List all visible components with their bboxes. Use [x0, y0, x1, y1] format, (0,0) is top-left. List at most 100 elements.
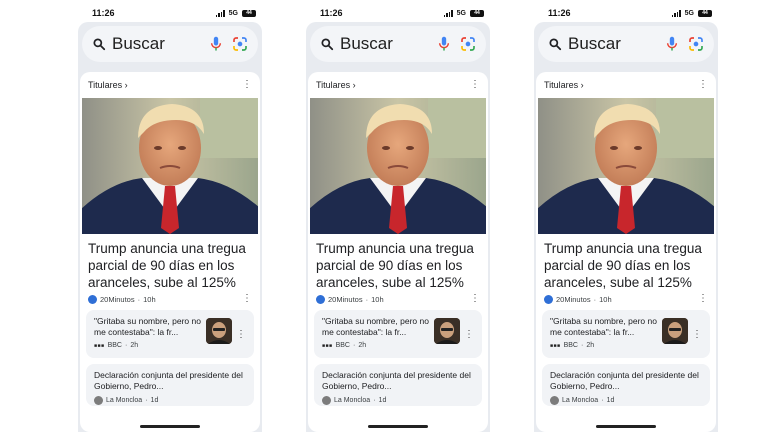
- related-source: La Moncloa: [334, 397, 371, 404]
- more-vertical-icon[interactable]: ⋮: [692, 330, 702, 340]
- more-vertical-icon[interactable]: ⋮: [698, 80, 708, 90]
- article-headline[interactable]: Trump anuncia una tregua parcial de 90 d…: [308, 234, 488, 290]
- related-source: BBC: [107, 342, 122, 349]
- battery-icon: 44: [242, 9, 256, 17]
- bbc-logo-icon: ■■■: [94, 342, 105, 349]
- card-header[interactable]: Titulares › ⋮: [80, 72, 260, 98]
- more-vertical-icon[interactable]: ⋮: [464, 330, 474, 340]
- related-source: BBC: [335, 342, 350, 349]
- article-image[interactable]: [82, 98, 258, 234]
- article-source-row: 20Minutos · 10h ⋮: [308, 290, 488, 304]
- more-vertical-icon[interactable]: ⋮: [698, 294, 708, 304]
- related-age: 1d: [150, 397, 159, 404]
- related-age: 1d: [606, 397, 615, 404]
- related-title[interactable]: "Gritaba su nombre, pero no me contestab…: [550, 316, 662, 338]
- card-header[interactable]: Titulares › ⋮: [536, 72, 716, 98]
- related-age: 1d: [378, 397, 387, 404]
- more-vertical-icon[interactable]: ⋮: [470, 294, 480, 304]
- article-age: 10h: [143, 294, 156, 304]
- search-label: Buscar: [340, 34, 393, 53]
- home-indicator[interactable]: [140, 425, 200, 428]
- source-logo-icon: [322, 396, 331, 405]
- discover-feed: Buscar Titulares › ⋮ Trump anuncia una t…: [78, 22, 262, 432]
- article-age: 10h: [371, 294, 384, 304]
- related-article[interactable]: Declaración conjunta del presidente del …: [542, 364, 710, 406]
- related-age: 2h: [130, 342, 139, 349]
- more-vertical-icon[interactable]: ⋮: [470, 80, 480, 90]
- section-title[interactable]: Titulares ›: [544, 80, 584, 90]
- source-name: 20Minutos: [556, 294, 591, 304]
- lens-icon[interactable]: [460, 36, 476, 52]
- source-name: 20Minutos: [100, 294, 135, 304]
- discover-feed: Buscar Titulares › ⋮ Trump anuncia una t…: [534, 22, 718, 432]
- source-name: 20Minutos: [328, 294, 363, 304]
- related-thumbnail[interactable]: [662, 318, 688, 344]
- article-source-row: 20Minutos · 10h ⋮: [80, 290, 260, 304]
- related-article[interactable]: Declaración conjunta del presidente del …: [86, 364, 254, 406]
- signal-icon: [215, 9, 225, 17]
- battery-icon: 44: [698, 9, 712, 17]
- related-source: BBC: [563, 342, 578, 349]
- signal-icon: [443, 9, 453, 17]
- related-title[interactable]: "Gritaba su nombre, pero no me contestab…: [94, 316, 206, 338]
- bbc-logo-icon: ■■■: [322, 342, 333, 349]
- signal-icon: [671, 9, 681, 17]
- search-bar[interactable]: Buscar: [310, 26, 486, 62]
- network-label: 5G: [228, 9, 238, 17]
- news-card[interactable]: Titulares › ⋮ Trump anuncia una tregua p…: [536, 72, 716, 432]
- related-title[interactable]: Declaración conjunta del presidente del …: [322, 370, 472, 392]
- home-indicator[interactable]: [596, 425, 656, 428]
- portrait-image: [310, 98, 486, 234]
- related-age: 2h: [358, 342, 367, 349]
- related-title[interactable]: "Gritaba su nombre, pero no me contestab…: [322, 316, 434, 338]
- article-source-row: 20Minutos · 10h ⋮: [536, 290, 716, 304]
- source-logo-icon: [544, 294, 553, 304]
- source-logo-icon: [316, 294, 325, 304]
- related-thumbnail[interactable]: [206, 318, 232, 344]
- phone-screen: 11:26 5G 44 Buscar Titulares › ⋮ Trump a…: [298, 0, 498, 432]
- more-vertical-icon[interactable]: ⋮: [236, 330, 246, 340]
- status-time: 11:26: [548, 8, 571, 18]
- related-title[interactable]: Declaración conjunta del presidente del …: [550, 370, 700, 392]
- section-title[interactable]: Titulares ›: [316, 80, 356, 90]
- related-title[interactable]: Declaración conjunta del presidente del …: [94, 370, 244, 392]
- lens-icon[interactable]: [688, 36, 704, 52]
- related-article[interactable]: "Gritaba su nombre, pero no me contestab…: [314, 310, 482, 358]
- article-headline[interactable]: Trump anuncia una tregua parcial de 90 d…: [80, 234, 260, 290]
- lens-icon[interactable]: [232, 36, 248, 52]
- related-article[interactable]: "Gritaba su nombre, pero no me contestab…: [542, 310, 710, 358]
- network-label: 5G: [456, 9, 466, 17]
- more-vertical-icon[interactable]: ⋮: [242, 80, 252, 90]
- related-age: 2h: [586, 342, 595, 349]
- search-label: Buscar: [568, 34, 621, 53]
- source-logo-icon: [550, 396, 559, 405]
- search-bar[interactable]: Buscar: [82, 26, 258, 62]
- mic-icon[interactable]: [210, 36, 222, 52]
- source-logo-icon: [88, 294, 97, 304]
- section-title[interactable]: Titulares ›: [88, 80, 128, 90]
- network-label: 5G: [684, 9, 694, 17]
- phone-screen: 11:26 5G 44 Buscar Titulares › ⋮ Trump a…: [526, 0, 726, 432]
- mic-icon[interactable]: [438, 36, 450, 52]
- related-source: La Moncloa: [106, 397, 143, 404]
- article-image[interactable]: [310, 98, 486, 234]
- more-vertical-icon[interactable]: ⋮: [242, 294, 252, 304]
- home-indicator[interactable]: [368, 425, 428, 428]
- card-header[interactable]: Titulares › ⋮: [308, 72, 488, 98]
- related-article[interactable]: "Gritaba su nombre, pero no me contestab…: [86, 310, 254, 358]
- article-image[interactable]: [538, 98, 714, 234]
- bbc-logo-icon: ■■■: [550, 342, 561, 349]
- mic-icon[interactable]: [666, 36, 678, 52]
- news-card[interactable]: Titulares › ⋮ Trump anuncia una tregua p…: [80, 72, 260, 432]
- search-icon: [321, 38, 334, 51]
- search-bar[interactable]: Buscar: [538, 26, 714, 62]
- news-card[interactable]: Titulares › ⋮ Trump anuncia una tregua p…: [308, 72, 488, 432]
- status-time: 11:26: [320, 8, 343, 18]
- discover-feed: Buscar Titulares › ⋮ Trump anuncia una t…: [306, 22, 490, 432]
- article-age: 10h: [599, 294, 612, 304]
- portrait-image: [82, 98, 258, 234]
- related-thumbnail[interactable]: [434, 318, 460, 344]
- article-headline[interactable]: Trump anuncia una tregua parcial de 90 d…: [536, 234, 716, 290]
- related-article[interactable]: Declaración conjunta del presidente del …: [314, 364, 482, 406]
- phone-screen: 11:26 5G 44 Buscar Titulares › ⋮ Trump a…: [70, 0, 270, 432]
